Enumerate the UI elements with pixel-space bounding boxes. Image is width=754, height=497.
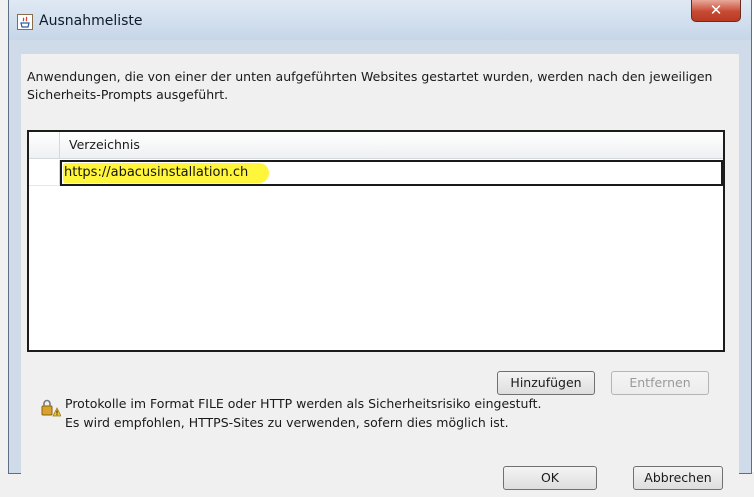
ok-button[interactable]: OK [503, 466, 597, 490]
cancel-button[interactable]: Abbrechen [633, 466, 723, 490]
add-button[interactable]: Hinzufügen [497, 371, 595, 395]
warning-line-2: Es wird empfohlen, HTTPS-Sites zu verwen… [65, 415, 509, 430]
security-warning-text: Protokolle im Format FILE oder HTTP werd… [65, 394, 542, 432]
java-app-icon [17, 14, 33, 30]
dialog-content: Anwendungen, die von einer der unten auf… [21, 54, 739, 490]
row-header-corner [29, 132, 60, 158]
site-url-cell[interactable]: https://abacusinstallation.ch [60, 160, 723, 186]
close-button[interactable]: ✕ [691, 0, 741, 22]
warning-line-1: Protokolle im Format FILE oder HTTP werd… [65, 396, 542, 411]
remove-button[interactable]: Entfernen [611, 371, 709, 395]
window-title: Ausnahmeliste [39, 13, 143, 29]
column-header-directory[interactable]: Verzeichnis [69, 137, 140, 152]
exception-list-dialog: Ausnahmeliste ✕ Anwendungen, die von ein… [8, 0, 752, 490]
exception-site-table[interactable]: Verzeichnis https://abacusinstallation.c… [27, 130, 725, 352]
table-row[interactable]: https://abacusinstallation.ch [29, 160, 723, 186]
table-header: Verzeichnis [29, 132, 723, 159]
lock-warning-icon [41, 399, 62, 417]
screenshot-background: Ausnahmeliste ✕ Anwendungen, die von ein… [0, 0, 754, 497]
title-bar[interactable]: Ausnahmeliste ✕ [9, 0, 751, 40]
site-url-text: https://abacusinstallation.ch [64, 165, 249, 180]
close-icon: ✕ [709, 1, 723, 19]
description-text: Anwendungen, die von einer der unten auf… [27, 69, 713, 102]
row-header-cell[interactable] [29, 160, 60, 186]
